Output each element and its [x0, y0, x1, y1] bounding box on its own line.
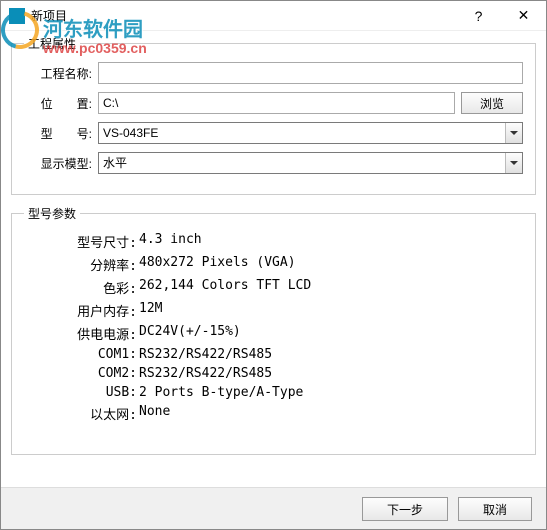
spec-resolution-value: 480x272 Pixels (VGA) — [139, 255, 523, 274]
spec-com2-row: COM2: RS232/RS422/RS485 — [24, 366, 523, 381]
project-properties-legend: 工程属性 — [24, 35, 80, 52]
browse-button[interactable]: 浏览 — [461, 92, 523, 114]
chevron-down-icon — [505, 123, 522, 143]
model-label: 型 号: — [24, 125, 98, 142]
window-controls: ? ✕ — [456, 1, 546, 31]
spec-resolution-row: 分辨率: 480x272 Pixels (VGA) — [24, 255, 523, 274]
spec-color-value: 262,144 Colors TFT LCD — [139, 278, 523, 297]
project-name-row: 工程名称: — [24, 62, 523, 84]
spec-power-label: 供电电源: — [24, 324, 139, 343]
spec-ethernet-label: 以太网: — [24, 404, 139, 423]
project-name-input[interactable] — [98, 62, 523, 84]
spec-com1-value: RS232/RS422/RS485 — [139, 347, 523, 362]
model-params-group: 型号参数 型号尺寸: 4.3 inch 分辨率: 480x272 Pixels … — [11, 205, 536, 455]
spec-com2-value: RS232/RS422/RS485 — [139, 366, 523, 381]
spec-memory-row: 用户内存: 12M — [24, 301, 523, 320]
spec-usb-row: USB: 2 Ports B-type/A-Type — [24, 385, 523, 400]
spec-size-value: 4.3 inch — [139, 232, 523, 251]
spec-size-label: 型号尺寸: — [24, 232, 139, 251]
spec-ethernet-row: 以太网: None — [24, 404, 523, 423]
display-model-row: 显示模型: 水平 — [24, 152, 523, 174]
display-model-label: 显示模型: — [24, 155, 98, 172]
spec-com1-label: COM1: — [24, 347, 139, 362]
dialog-footer: 下一步 取消 — [1, 487, 546, 529]
spec-com2-label: COM2: — [24, 366, 139, 381]
dialog-content: 工程属性 工程名称: 位 置: 浏览 型 号: VS-043FE 显示模型: 水… — [1, 31, 546, 475]
spec-ethernet-value: None — [139, 404, 523, 423]
spec-memory-label: 用户内存: — [24, 301, 139, 320]
spec-size-row: 型号尺寸: 4.3 inch — [24, 232, 523, 251]
display-model-select-value: 水平 — [98, 152, 523, 174]
spec-color-row: 色彩: 262,144 Colors TFT LCD — [24, 278, 523, 297]
chevron-down-icon — [505, 153, 522, 173]
spec-usb-value: 2 Ports B-type/A-Type — [139, 385, 523, 400]
spec-usb-label: USB: — [24, 385, 139, 400]
help-button[interactable]: ? — [456, 1, 501, 31]
location-row: 位 置: 浏览 — [24, 92, 523, 114]
titlebar: 新项目 ? ✕ — [1, 1, 546, 31]
location-label: 位 置: — [24, 95, 98, 112]
spec-resolution-label: 分辨率: — [24, 255, 139, 274]
spec-com1-row: COM1: RS232/RS422/RS485 — [24, 347, 523, 362]
model-select-value: VS-043FE — [98, 122, 523, 144]
display-model-select[interactable]: 水平 — [98, 152, 523, 174]
spec-color-label: 色彩: — [24, 278, 139, 297]
location-input[interactable] — [98, 92, 455, 114]
model-row: 型 号: VS-043FE — [24, 122, 523, 144]
app-icon — [9, 8, 25, 24]
model-params-legend: 型号参数 — [24, 205, 80, 222]
model-select[interactable]: VS-043FE — [98, 122, 523, 144]
next-button[interactable]: 下一步 — [362, 497, 448, 521]
spec-power-value: DC24V(+/-15%) — [139, 324, 523, 343]
project-properties-group: 工程属性 工程名称: 位 置: 浏览 型 号: VS-043FE 显示模型: 水… — [11, 35, 536, 195]
cancel-button[interactable]: 取消 — [458, 497, 532, 521]
window-title: 新项目 — [31, 7, 456, 24]
close-button[interactable]: ✕ — [501, 1, 546, 31]
spec-power-row: 供电电源: DC24V(+/-15%) — [24, 324, 523, 343]
project-name-label: 工程名称: — [24, 65, 98, 82]
spec-memory-value: 12M — [139, 301, 523, 320]
